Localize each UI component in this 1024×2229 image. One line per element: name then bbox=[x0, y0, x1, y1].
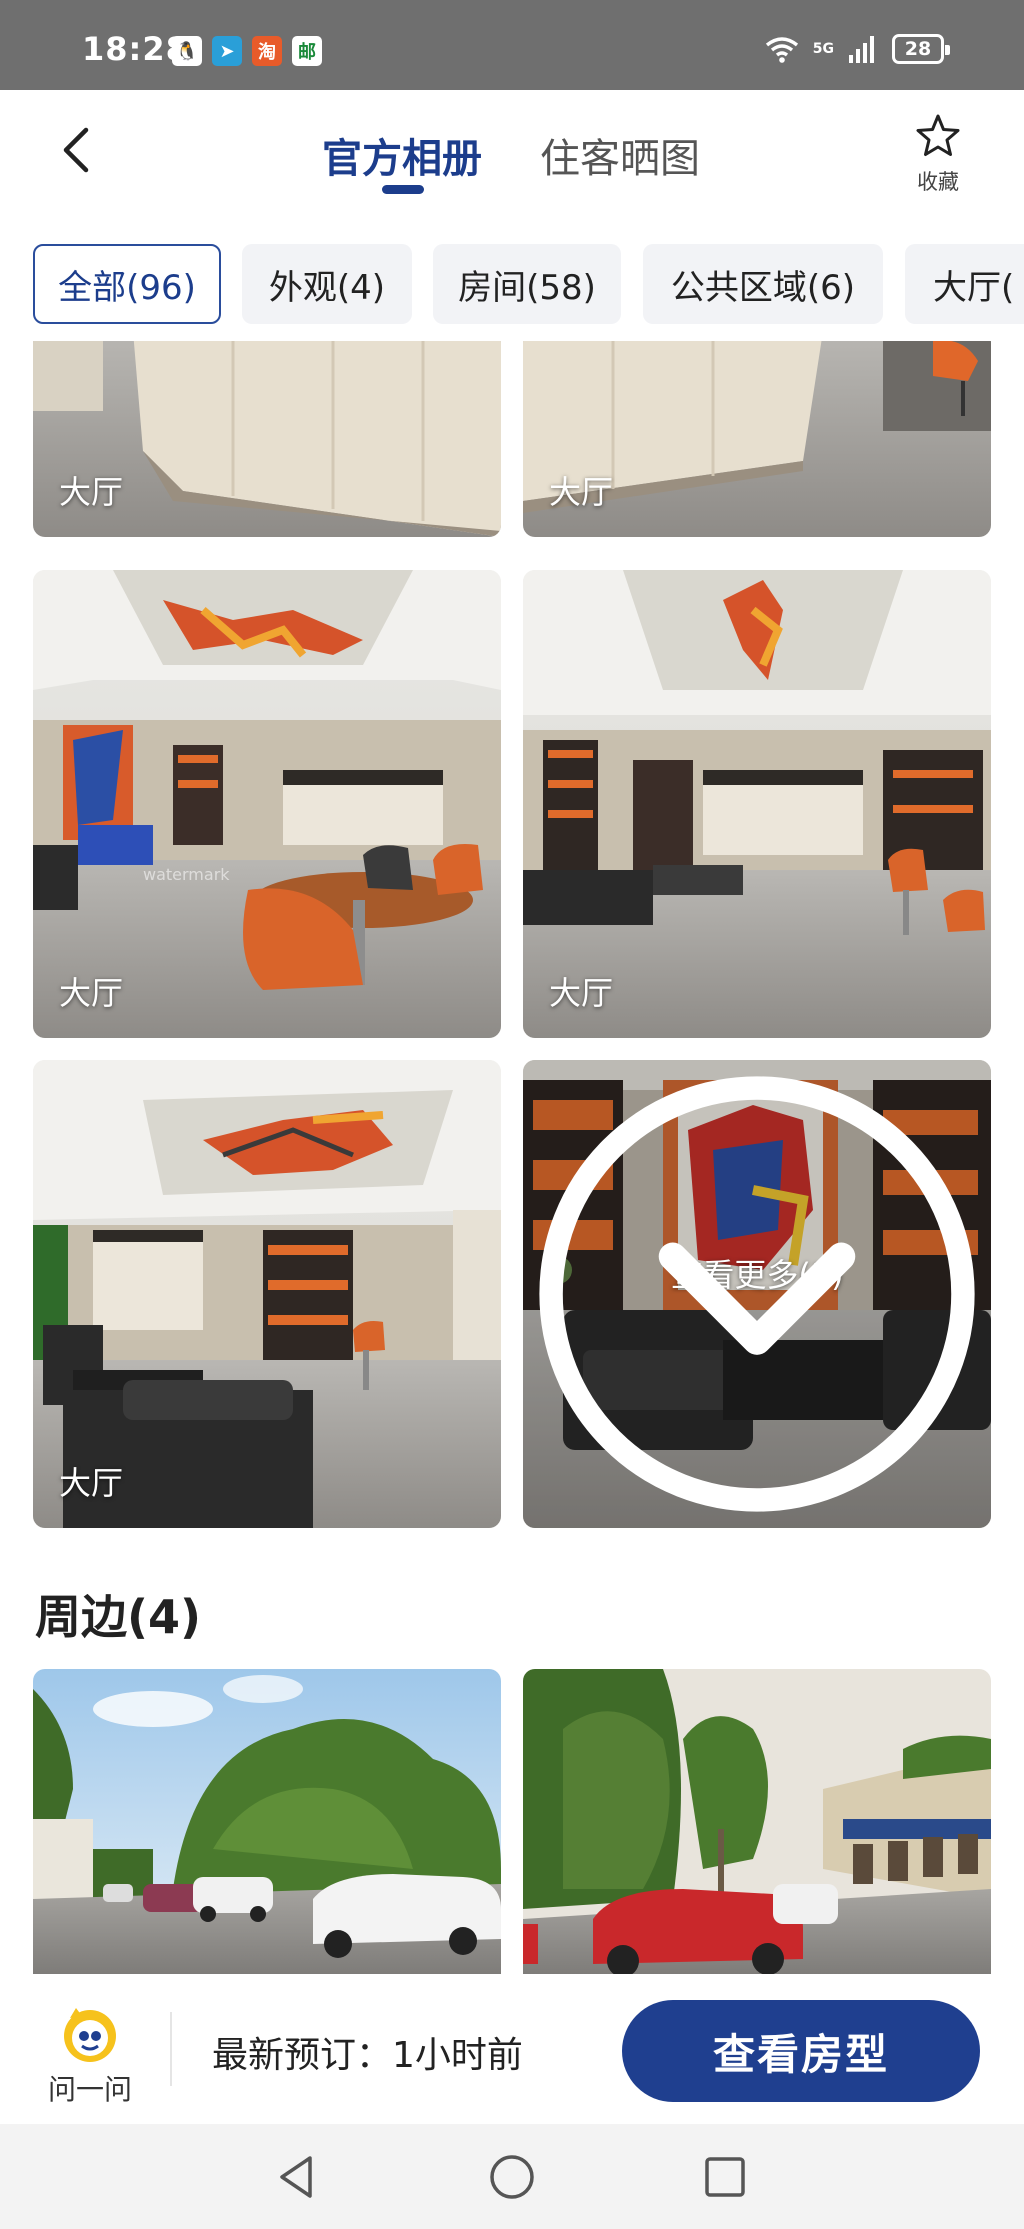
view-room-types-button[interactable]: 查看房型 bbox=[622, 2000, 980, 2102]
chip-all[interactable]: 全部(96) bbox=[33, 244, 221, 324]
street-photo-image bbox=[33, 1669, 501, 1974]
favorite-label: 收藏 bbox=[917, 170, 959, 194]
photo-label: 大厅 bbox=[59, 473, 124, 511]
chip-lobby[interactable]: 大厅( bbox=[905, 244, 1024, 324]
photo-surroundings-2[interactable] bbox=[523, 1669, 991, 1974]
active-tab-indicator bbox=[382, 185, 424, 194]
nav-recents-icon[interactable] bbox=[700, 2152, 750, 2202]
shopping-app-icon: 淘 bbox=[252, 36, 282, 66]
photo-gallery: 大厅 大厅 watermark 大厅 大厅 大厅 查看更多(3) 周边(4) bbox=[0, 341, 1024, 1974]
wifi-icon bbox=[765, 37, 798, 63]
surroundings-title: 周边(4) bbox=[35, 1590, 202, 1644]
qq-icon: 🐧 bbox=[172, 36, 202, 66]
photo-label: 大厅 bbox=[59, 974, 124, 1012]
latest-booking-text: 最新预订：1小时前 bbox=[212, 2035, 523, 2076]
filter-chips: 全部(96) 外观(4) 房间(58) 公共区域(6) 大厅( bbox=[0, 240, 1024, 326]
tab-official-album[interactable]: 官方相册 bbox=[322, 126, 482, 184]
street-photo-image bbox=[523, 1669, 991, 1974]
system-navigation-bar bbox=[0, 2124, 1024, 2229]
battery-icon: 28 bbox=[892, 34, 950, 64]
back-icon[interactable] bbox=[52, 120, 112, 180]
chevron-down-circle-icon bbox=[539, 1076, 975, 1512]
photo-lobby-2[interactable]: 大厅 bbox=[523, 341, 991, 537]
status-app-icons: 🐧 ➤ 淘 邮 bbox=[172, 36, 322, 66]
svg-text:watermark: watermark bbox=[143, 865, 230, 884]
star-icon bbox=[916, 114, 960, 156]
china-post-icon: 邮 bbox=[292, 36, 322, 66]
photo-lobby-1[interactable]: 大厅 bbox=[33, 341, 501, 537]
telegram-icon: ➤ bbox=[212, 36, 242, 66]
ask-button[interactable]: 问一问 bbox=[38, 2004, 142, 2108]
favorite-button[interactable]: 收藏 bbox=[906, 112, 970, 196]
photo-lobby-3[interactable]: watermark 大厅 bbox=[33, 570, 501, 1038]
ask-label: 问一问 bbox=[47, 2073, 132, 2106]
photo-label: 大厅 bbox=[59, 1464, 124, 1502]
header: 官方相册 住客晒图 收藏 bbox=[0, 90, 1024, 220]
battery-level: 28 bbox=[904, 38, 932, 60]
nav-home-icon[interactable] bbox=[487, 2152, 537, 2202]
status-indicators: 5G 28 bbox=[765, 34, 950, 64]
photo-view-more[interactable]: 查看更多(3) bbox=[523, 1060, 991, 1528]
assistant-mascot-icon bbox=[64, 2008, 116, 2062]
chip-rooms[interactable]: 房间(58) bbox=[433, 244, 621, 324]
photo-surroundings-1[interactable] bbox=[33, 1669, 501, 1974]
nav-back-icon[interactable] bbox=[272, 2152, 322, 2202]
divider bbox=[170, 2012, 172, 2086]
bottom-action-bar: 问一问 最新预订：1小时前 查看房型 bbox=[0, 1974, 1024, 2124]
photo-label: 大厅 bbox=[549, 473, 614, 511]
photo-label: 大厅 bbox=[549, 974, 614, 1012]
network-type: 5G bbox=[812, 41, 834, 57]
photo-lobby-5[interactable]: 大厅 bbox=[33, 1060, 501, 1528]
photo-lobby-4[interactable]: 大厅 bbox=[523, 570, 991, 1038]
chip-exterior[interactable]: 外观(4) bbox=[242, 244, 412, 324]
signal-icon bbox=[849, 36, 874, 63]
tab-guest-photos[interactable]: 住客晒图 bbox=[540, 126, 700, 184]
status-bar: 18:28 🐧 ➤ 淘 邮 5G 28 bbox=[0, 0, 1024, 90]
chip-public-areas[interactable]: 公共区域(6) bbox=[643, 244, 883, 324]
